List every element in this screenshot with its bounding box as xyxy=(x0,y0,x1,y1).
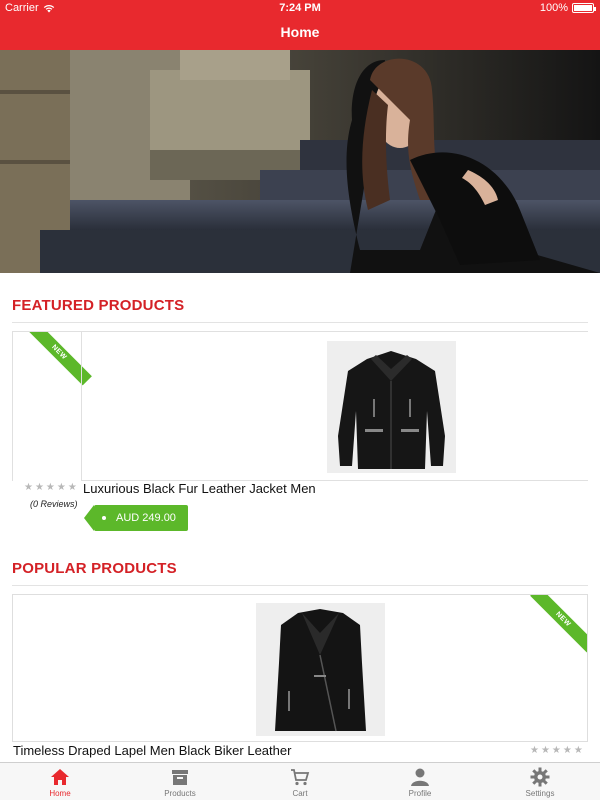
home-content[interactable]: FEATURED PRODUCTS NEW ★★★★★ Luxurious Bl… xyxy=(0,273,600,762)
product-image[interactable] xyxy=(327,341,456,473)
home-icon xyxy=(51,769,69,785)
hero-banner-image[interactable] xyxy=(0,50,600,273)
archive-box-icon xyxy=(172,770,188,785)
jacket-illustration xyxy=(327,341,456,473)
app-header: Carrier 7:24 PM 100% Home xyxy=(0,0,600,50)
price-tag[interactable]: AUD 249.00 xyxy=(84,505,188,531)
page-title: Home xyxy=(280,24,320,40)
featured-divider xyxy=(12,322,588,323)
tab-bar: Home Products Cart Profile Settings xyxy=(0,762,600,800)
tab-settings-label: Settings xyxy=(525,789,555,798)
tab-home[interactable]: Home xyxy=(0,763,120,800)
popular-product-card[interactable]: NEW xyxy=(12,594,588,742)
battery-percent: 100% xyxy=(539,2,568,14)
tab-settings[interactable]: Settings xyxy=(480,763,600,800)
vest-illustration xyxy=(256,603,385,736)
popular-divider xyxy=(12,585,588,586)
wifi-icon xyxy=(43,4,54,12)
new-badge: NEW xyxy=(26,332,92,386)
tab-products[interactable]: Products xyxy=(120,763,240,800)
battery-info: 100% xyxy=(539,2,596,14)
person-icon xyxy=(411,768,429,786)
card-divider xyxy=(81,332,82,480)
featured-section-title: FEATURED PRODUCTS xyxy=(12,297,185,314)
tab-cart[interactable]: Cart xyxy=(240,763,360,800)
tab-home-label: Home xyxy=(49,789,71,798)
battery-icon xyxy=(572,3,596,13)
carrier-label: Carrier xyxy=(5,2,39,14)
new-badge: NEW xyxy=(530,595,587,653)
hero-photo xyxy=(0,50,600,273)
rating-stars: ★★★★★ xyxy=(24,482,79,493)
carrier-info: Carrier xyxy=(5,2,55,14)
popular-section-title: POPULAR PRODUCTS xyxy=(12,560,177,577)
cart-icon xyxy=(291,769,310,786)
rating-stars: ★★★★★ xyxy=(530,745,585,756)
product-name[interactable]: Timeless Draped Lapel Men Black Biker Le… xyxy=(13,743,291,758)
tab-profile[interactable]: Profile xyxy=(360,763,480,800)
tab-profile-label: Profile xyxy=(408,789,432,798)
tab-products-label: Products xyxy=(164,789,196,798)
tab-cart-label: Cart xyxy=(292,789,308,798)
status-time: 7:24 PM xyxy=(279,2,321,14)
product-name[interactable]: Luxurious Black Fur Leather Jacket Men xyxy=(83,481,316,496)
product-image[interactable] xyxy=(256,603,385,736)
review-count[interactable]: (0 Reviews) xyxy=(30,499,78,509)
featured-product-card[interactable]: NEW xyxy=(12,331,588,481)
gear-icon xyxy=(530,767,550,787)
status-bar: Carrier 7:24 PM 100% xyxy=(0,0,600,16)
